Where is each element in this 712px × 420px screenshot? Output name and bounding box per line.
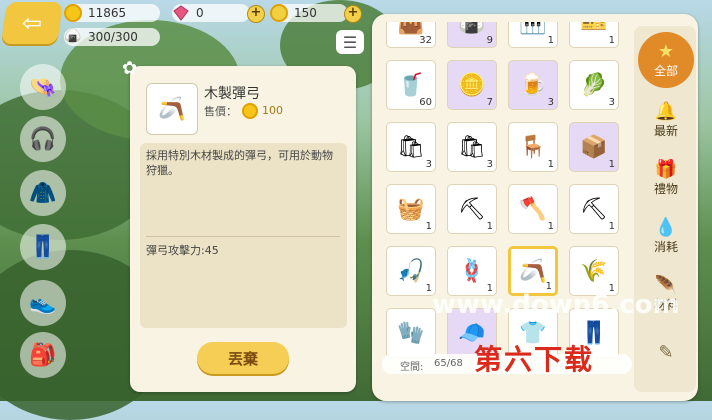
inventory-slot[interactable]: 🪓 1 [508, 184, 558, 234]
slingshot-icon: 🪃 [158, 96, 186, 122]
inventory-slot[interactable]: 🪑 1 [508, 122, 558, 172]
backpack-slot[interactable]: 🎒 [20, 332, 66, 378]
flower-icon: ✿ [122, 58, 138, 79]
inventory-slot[interactable]: 🥬 3 [569, 60, 619, 110]
tab-edit[interactable]: ✎ [638, 322, 694, 382]
item-quantity: 32 [419, 35, 432, 46]
item-quantity: 3 [608, 97, 615, 108]
tab-最新[interactable]: 🔔 最新 [638, 90, 694, 150]
inventory-slot[interactable]: 🎣 1 [386, 246, 436, 296]
item-quantity: 1 [547, 35, 554, 46]
inventory-slot[interactable]: 🧤 [386, 308, 436, 358]
jacket-icon: 🧥 [29, 180, 57, 206]
coin-counter: 11865 [64, 4, 160, 22]
inventory-slot[interactable]: 👜 32 [386, 22, 436, 48]
item-quantity: 1 [547, 159, 554, 170]
item-quantity: 60 [419, 97, 432, 108]
headphones-icon: 🎧 [29, 126, 57, 152]
inventory-slot[interactable]: 🎫 1 [569, 22, 619, 48]
stamina-counter: 🍙 300/300 [64, 28, 160, 46]
back-arrow-icon: ⇦ [21, 9, 43, 37]
tab-全部[interactable]: ★ 全部 [638, 32, 694, 88]
hat-icon: 👒 [29, 74, 57, 100]
list-menu-button[interactable]: ☰ [336, 30, 364, 54]
shoes-slot[interactable]: 👟 [20, 280, 66, 326]
star-icon: ★ [657, 41, 675, 62]
hat-slot[interactable]: 👒 [20, 64, 66, 110]
inventory-slot[interactable]: 🌾 1 [569, 246, 619, 296]
item-name: 木製彈弓 [204, 86, 260, 102]
item-image: 🪃 [146, 83, 198, 135]
inventory-slot[interactable]: ⛏ 1 [569, 184, 619, 234]
item-icon: 🧤 [397, 320, 425, 346]
inventory-slot[interactable]: 🥤 60 [386, 60, 436, 110]
capacity-label: 空間: [400, 362, 424, 373]
backpack-icon: 🎒 [29, 342, 57, 368]
watermark-name: 第六下载 [474, 343, 595, 376]
tab-label: 消耗 [653, 240, 678, 254]
item-price: 100 [262, 104, 283, 117]
inventory-slot[interactable]: ⛏ 1 [447, 184, 497, 234]
inventory-slot[interactable]: 🛍 3 [447, 122, 497, 172]
pants-slot[interactable]: 👖 [20, 224, 66, 270]
token-icon [270, 4, 288, 22]
item-quantity: 1 [425, 221, 432, 232]
token-counter: 150 [270, 4, 348, 22]
inventory-slot[interactable]: 🍺 3 [508, 60, 558, 110]
item-quantity: 3 [547, 97, 554, 108]
inventory-slot[interactable]: 🪙 7 [447, 60, 497, 110]
inventory-grid: 👜 32 🍙 9 🎹 1 🎫 1 🥤 60 🪙 7 🍺 3 🥬 3 🛍 3 🛍 3 🪑 1 📦 1 🧺 1 ⛏ 1 🪓 1 ⛏ 1 🎣 1 🪢 1 🪃 1… [380, 22, 632, 378]
inventory-slot[interactable]: 🪢 1 [447, 246, 497, 296]
item-quantity: 1 [486, 221, 493, 232]
inventory-slot[interactable]: 🍙 9 [447, 22, 497, 48]
price-label: 售價： [204, 105, 237, 118]
tab-label: 全部 [653, 64, 678, 78]
pants-icon: 👖 [29, 234, 57, 260]
tab-label: 禮物 [653, 182, 678, 196]
price-coin-icon [242, 103, 258, 119]
item-quantity: 3 [425, 159, 432, 170]
gift-icon: 🎁 [654, 159, 678, 180]
item-quantity: 7 [486, 97, 493, 108]
back-button[interactable]: ⇦ [1, 2, 63, 44]
item-stat: 彈弓攻擊力:45 [146, 244, 219, 257]
drop-button[interactable]: 丟棄 [197, 342, 289, 374]
add-tokens-button[interactable]: + [344, 5, 362, 23]
add-gems-button[interactable]: + [247, 5, 265, 23]
item-quantity: 9 [486, 35, 493, 46]
item-quantity: 1 [608, 35, 615, 46]
item-quantity: 1 [608, 221, 615, 232]
rice-ball-icon: 🍙 [64, 28, 82, 44]
watermark-site: www.down6.com [432, 290, 680, 320]
drop-icon: 💧 [654, 217, 678, 238]
jacket-slot[interactable]: 🧥 [20, 170, 66, 216]
inventory-slot[interactable]: 🎹 1 [508, 22, 558, 48]
tab-消耗[interactable]: 💧 消耗 [638, 206, 694, 266]
shoes-icon: 👟 [29, 290, 57, 316]
tab-label: 最新 [653, 124, 678, 138]
inventory-slot[interactable]: 🛍 3 [386, 122, 436, 172]
coin-icon [64, 4, 82, 22]
inventory-slot[interactable]: 📦 1 [569, 122, 619, 172]
gem-counter: 0 [172, 4, 250, 22]
tab-禮物[interactable]: 🎁 禮物 [638, 148, 694, 208]
inventory-slot[interactable]: 🪃 1 [508, 246, 558, 296]
pencil-icon: ✎ [658, 341, 674, 363]
list-icon: ☰ [342, 32, 358, 52]
inventory-slot[interactable]: 🧺 1 [386, 184, 436, 234]
item-quantity: 3 [486, 159, 493, 170]
headphones-slot[interactable]: 🎧 [20, 116, 66, 162]
divider [146, 236, 340, 237]
capacity-value: 65/68 [434, 358, 463, 369]
bell-icon: 🔔 [654, 101, 678, 122]
gem-icon [173, 5, 189, 21]
item-quantity: 1 [547, 221, 554, 232]
item-description: 採用特別木材製成的彈弓，可用於動物狩獵。 [146, 149, 333, 177]
item-quantity: 1 [608, 159, 615, 170]
